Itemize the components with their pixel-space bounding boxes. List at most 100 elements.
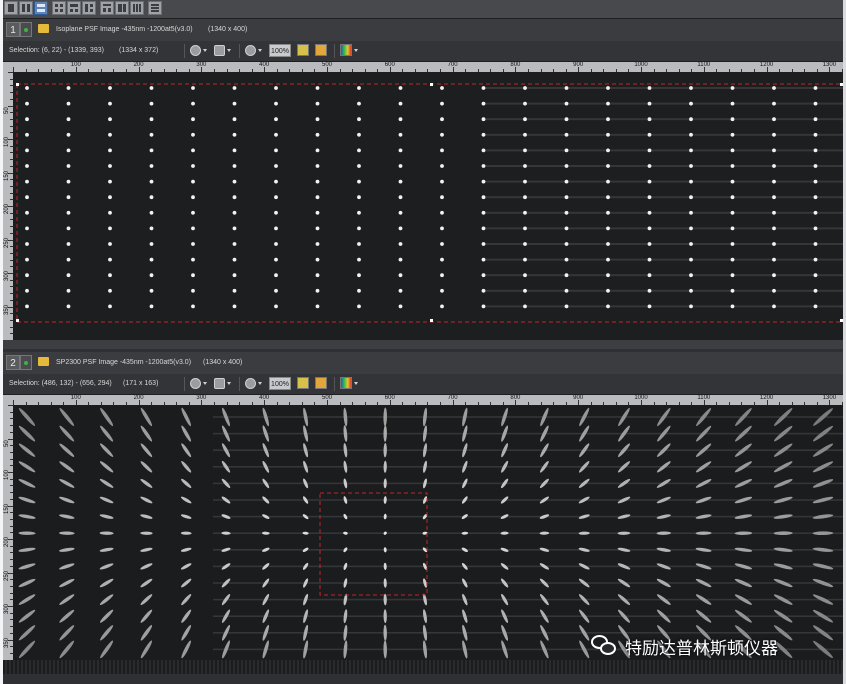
pane-1-scrollbar[interactable]: [3, 340, 846, 349]
pane-1-image-viewer[interactable]: 100 200 300 400 500 600 700 800 900 1000 1100 1200 1…: [3, 62, 846, 340]
pane-2-footer: [3, 660, 846, 674]
ruler-label: 250: [4, 570, 10, 581]
layout-three-button[interactable]: [67, 1, 81, 15]
psf-spot: [108, 117, 112, 122]
psf-spot: [564, 179, 569, 184]
psf-spot: [357, 210, 361, 215]
psf-spot: [440, 257, 444, 262]
psf-spot: [813, 132, 818, 137]
vertical-ruler: 50 100 150 200 250 300 350: [3, 72, 13, 340]
layout-five-button[interactable]: [100, 1, 114, 15]
psf-spot: [232, 148, 237, 153]
psf-spot: [232, 195, 237, 200]
psf-spot: [606, 288, 610, 293]
chevron-down-icon[interactable]: [354, 382, 358, 385]
psf-spot: [481, 273, 486, 278]
psf-spot: [357, 179, 361, 184]
sp2300-psf-image[interactable]: [13, 405, 846, 660]
psf-spot: [108, 273, 112, 278]
actual-size-icon[interactable]: [297, 377, 309, 389]
psf-spot: [25, 257, 29, 262]
psf-spot: [689, 288, 693, 293]
psf-spot: [564, 101, 569, 106]
psf-spot: [440, 288, 444, 293]
psf-spot: [274, 179, 278, 184]
layout-two-vertical-button[interactable]: [34, 1, 48, 15]
psf-spot: [523, 257, 527, 262]
psf-spot: [606, 273, 610, 278]
psf-spot: [108, 226, 112, 231]
psf-spot: [274, 273, 278, 278]
color-palette-icon[interactable]: [340, 377, 352, 389]
pane-1-dropdown-button[interactable]: [20, 22, 32, 37]
layout-single-button[interactable]: [4, 1, 18, 15]
chevron-down-icon[interactable]: [227, 49, 231, 52]
psf-spot: [357, 304, 361, 309]
fit-to-window-icon[interactable]: [315, 377, 327, 389]
brightness-icon[interactable]: [190, 45, 201, 56]
psf-spot: [108, 288, 112, 293]
spectral-line: [213, 499, 846, 501]
folder-icon[interactable]: [38, 357, 49, 366]
toolbar-separator: [334, 377, 335, 391]
toolbar-separator: [239, 377, 240, 391]
spectral-line: [483, 133, 846, 136]
psf-spot: [772, 304, 776, 309]
ruler-label: 200: [4, 536, 10, 547]
ruler-label: 100: [4, 136, 10, 147]
ruler-label: 200: [4, 203, 10, 214]
pane-2-image-viewer[interactable]: 100 200 300 400 500 600 700 800 900 1000 1100 1200 1…: [3, 395, 846, 660]
psf-spot: [25, 148, 29, 153]
pane-1-titlebar: 1 Isoplane PSF Image -435nm -1200at5(v3.…: [3, 19, 846, 42]
psf-spot: [440, 117, 444, 122]
layout-two-horizontal-button[interactable]: [19, 1, 33, 15]
layout-six-button[interactable]: [115, 1, 129, 15]
folder-icon[interactable]: [38, 24, 49, 33]
isoplane-psf-image[interactable]: [13, 72, 846, 340]
psf-spot: [25, 101, 29, 106]
pane-1-selection-size: (1334 x 372): [119, 47, 159, 54]
image-background: [13, 72, 846, 340]
zoom-icon[interactable]: [245, 45, 256, 56]
psf-spot: [108, 86, 112, 90]
pane-2-dropdown-button[interactable]: [20, 355, 32, 370]
psf-spot: [730, 273, 735, 278]
psf-spot: [25, 304, 29, 309]
chevron-down-icon[interactable]: [227, 382, 231, 385]
pane-1-number[interactable]: 1: [6, 22, 20, 37]
psf-spot: [689, 242, 693, 246]
zoom-level[interactable]: 100%: [269, 377, 291, 390]
layout-grid-button[interactable]: [52, 1, 66, 15]
psf-spot: [813, 288, 818, 293]
contrast-icon[interactable]: [214, 378, 225, 389]
psf-spot: [440, 304, 444, 309]
layout-strips-button[interactable]: [130, 1, 144, 15]
fit-to-window-icon[interactable]: [315, 44, 327, 56]
chevron-down-icon[interactable]: [203, 382, 207, 385]
psf-spot: [66, 210, 71, 215]
actual-size-icon[interactable]: [297, 44, 309, 56]
layout-rows-button[interactable]: [148, 1, 162, 15]
psf-spot: [398, 242, 403, 246]
horizontal-ruler: 100 200 300 400 500 600 700 800 900 1000 1100 1200 1…: [3, 395, 846, 405]
psf-spot: [440, 148, 444, 153]
ruler-label: 1000: [634, 395, 648, 401]
psf-spot: [730, 86, 735, 90]
chevron-down-icon[interactable]: [354, 49, 358, 52]
psf-spot: [564, 273, 569, 278]
chevron-down-icon[interactable]: [258, 49, 262, 52]
layout-four-button[interactable]: [82, 1, 96, 15]
spectral-line: [213, 598, 846, 601]
brightness-icon[interactable]: [190, 378, 201, 389]
pane-2-number[interactable]: 2: [6, 355, 20, 370]
contrast-icon[interactable]: [214, 45, 225, 56]
ruler-label: 200: [133, 395, 144, 401]
chevron-down-icon[interactable]: [203, 49, 207, 52]
psf-spot: [232, 273, 237, 278]
zoom-icon[interactable]: [245, 378, 256, 389]
psf-spot: [149, 273, 154, 278]
color-palette-icon[interactable]: [340, 44, 352, 56]
psf-spot: [564, 117, 569, 122]
chevron-down-icon[interactable]: [258, 382, 262, 385]
zoom-level[interactable]: 100%: [269, 44, 291, 57]
